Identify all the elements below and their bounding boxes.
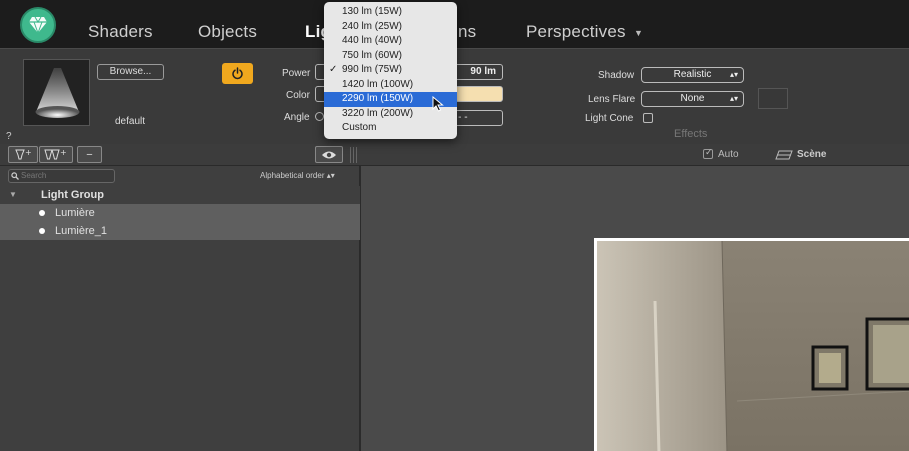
menu-item-240lm[interactable]: 240 lm (25W) bbox=[324, 20, 457, 35]
3d-viewport[interactable] bbox=[361, 166, 909, 451]
viewport-toolbar: ✓ Auto Scène bbox=[360, 144, 909, 166]
list-toolbar: + + − bbox=[0, 144, 360, 166]
shadow-label: Shadow bbox=[598, 70, 635, 81]
angle-radio[interactable] bbox=[315, 112, 324, 121]
power-label: Power bbox=[282, 68, 311, 79]
menu-item-label: 750 lm (60W) bbox=[342, 49, 403, 61]
list-item[interactable]: Lumière bbox=[0, 204, 360, 222]
menu-item-label: Custom bbox=[342, 122, 377, 133]
add-light-group-icon: + bbox=[44, 148, 67, 160]
tab-shaders[interactable]: Shaders bbox=[88, 22, 153, 42]
eye-icon bbox=[322, 151, 336, 158]
browse-button[interactable]: Browse... bbox=[97, 64, 164, 80]
search-icon bbox=[11, 172, 19, 180]
light-group-row[interactable]: ▼ Light Group bbox=[0, 186, 360, 204]
light-bullet-icon bbox=[39, 228, 45, 234]
light-bullet-icon bbox=[39, 210, 45, 216]
scene-button[interactable]: Scène bbox=[797, 149, 826, 160]
list-item-label: Lumière bbox=[55, 207, 95, 219]
lens-flare-label: Lens Flare bbox=[588, 94, 636, 105]
menu-item-custom[interactable]: Custom bbox=[324, 121, 457, 136]
lens-flare-select[interactable]: None ▴▾ bbox=[641, 91, 744, 107]
lens-flare-value: None bbox=[680, 93, 705, 104]
mouse-pointer-icon bbox=[432, 96, 444, 112]
menu-item-label: 440 lm (40W) bbox=[342, 35, 403, 46]
menu-item-990lm[interactable]: ✓ 990 lm (75W) bbox=[324, 63, 457, 78]
effects-section-label: Effects bbox=[674, 128, 708, 140]
svg-text:+: + bbox=[25, 148, 32, 157]
preset-name: default bbox=[115, 116, 146, 127]
visibility-button[interactable] bbox=[315, 146, 343, 163]
check-icon: ✓ bbox=[705, 147, 713, 157]
checkmark-icon: ✓ bbox=[329, 64, 338, 75]
power-preset-menu: 130 lm (15W) 240 lm (25W) 440 lm (40W) 7… bbox=[324, 2, 457, 139]
remove-button[interactable]: − bbox=[77, 146, 102, 163]
menu-item-label: 3220 lm (200W) bbox=[342, 107, 414, 119]
power-toggle-button[interactable] bbox=[222, 63, 253, 84]
color-label: Color bbox=[286, 90, 310, 101]
menu-item-750lm[interactable]: 750 lm (60W) bbox=[324, 49, 457, 64]
add-light-group-button[interactable]: + bbox=[39, 146, 73, 163]
menu-item-label: 2290 lm (150W) bbox=[342, 93, 414, 104]
app-logo-icon bbox=[20, 7, 56, 43]
menu-item-label: 130 lm (15W) bbox=[342, 6, 403, 17]
auto-checkbox[interactable]: ✓ bbox=[703, 147, 713, 159]
sort-order-select[interactable]: Alphabetical order ▴▾ bbox=[260, 171, 335, 180]
stepper-icon: ▴▾ bbox=[326, 171, 335, 180]
auto-label: Auto bbox=[718, 149, 739, 160]
light-list-panel: Search Alphabetical order ▴▾ ▼ Light Gro… bbox=[0, 166, 360, 451]
group-label: Light Group bbox=[41, 189, 104, 201]
shadow-select[interactable]: Realistic ▴▾ bbox=[641, 67, 744, 83]
search-input[interactable]: Search bbox=[8, 169, 115, 183]
help-button[interactable]: ? bbox=[6, 131, 12, 142]
list-item-label: Lumière_1 bbox=[55, 225, 107, 237]
tab-perspectives[interactable]: Perspectives bbox=[526, 22, 626, 42]
add-light-icon: + bbox=[15, 148, 32, 160]
lens-flare-preview bbox=[758, 88, 788, 109]
power-icon bbox=[232, 67, 243, 80]
angle-label: Angle bbox=[284, 112, 310, 123]
stepper-icon: ▴▾ bbox=[729, 70, 738, 79]
splitter-handle[interactable] bbox=[350, 147, 358, 163]
light-cone-label: Light Cone bbox=[585, 113, 634, 124]
shadow-value: Realistic bbox=[673, 69, 712, 80]
light-preview-thumbnail[interactable] bbox=[23, 59, 90, 126]
render-preview[interactable] bbox=[594, 238, 909, 451]
stepper-icon: ▴▾ bbox=[729, 94, 738, 103]
scene-icon bbox=[775, 150, 793, 160]
room-render-image bbox=[597, 241, 909, 451]
tab-objects[interactable]: Objects bbox=[198, 22, 257, 42]
list-item[interactable]: Lumière_1 bbox=[0, 222, 360, 240]
chevron-down-icon[interactable]: ▼ bbox=[634, 28, 643, 38]
tab-animations[interactable]: ns bbox=[458, 22, 476, 42]
menu-item-440lm[interactable]: 440 lm (40W) bbox=[324, 34, 457, 49]
menu-item-130lm[interactable]: 130 lm (15W) bbox=[324, 5, 457, 20]
menu-item-label: 240 lm (25W) bbox=[342, 20, 403, 32]
menu-item-label: 1420 lm (100W) bbox=[342, 78, 414, 90]
sort-order-value: Alphabetical order bbox=[260, 171, 325, 180]
disclosure-triangle-icon[interactable]: ▼ bbox=[9, 186, 17, 204]
light-cone-checkbox[interactable] bbox=[643, 113, 653, 123]
add-light-button[interactable]: + bbox=[8, 146, 38, 163]
color-swatch[interactable] bbox=[452, 86, 503, 102]
svg-text:+: + bbox=[60, 148, 67, 157]
menu-item-label: 990 lm (75W) bbox=[342, 64, 403, 75]
menu-item-1420lm[interactable]: 1420 lm (100W) bbox=[324, 78, 457, 93]
